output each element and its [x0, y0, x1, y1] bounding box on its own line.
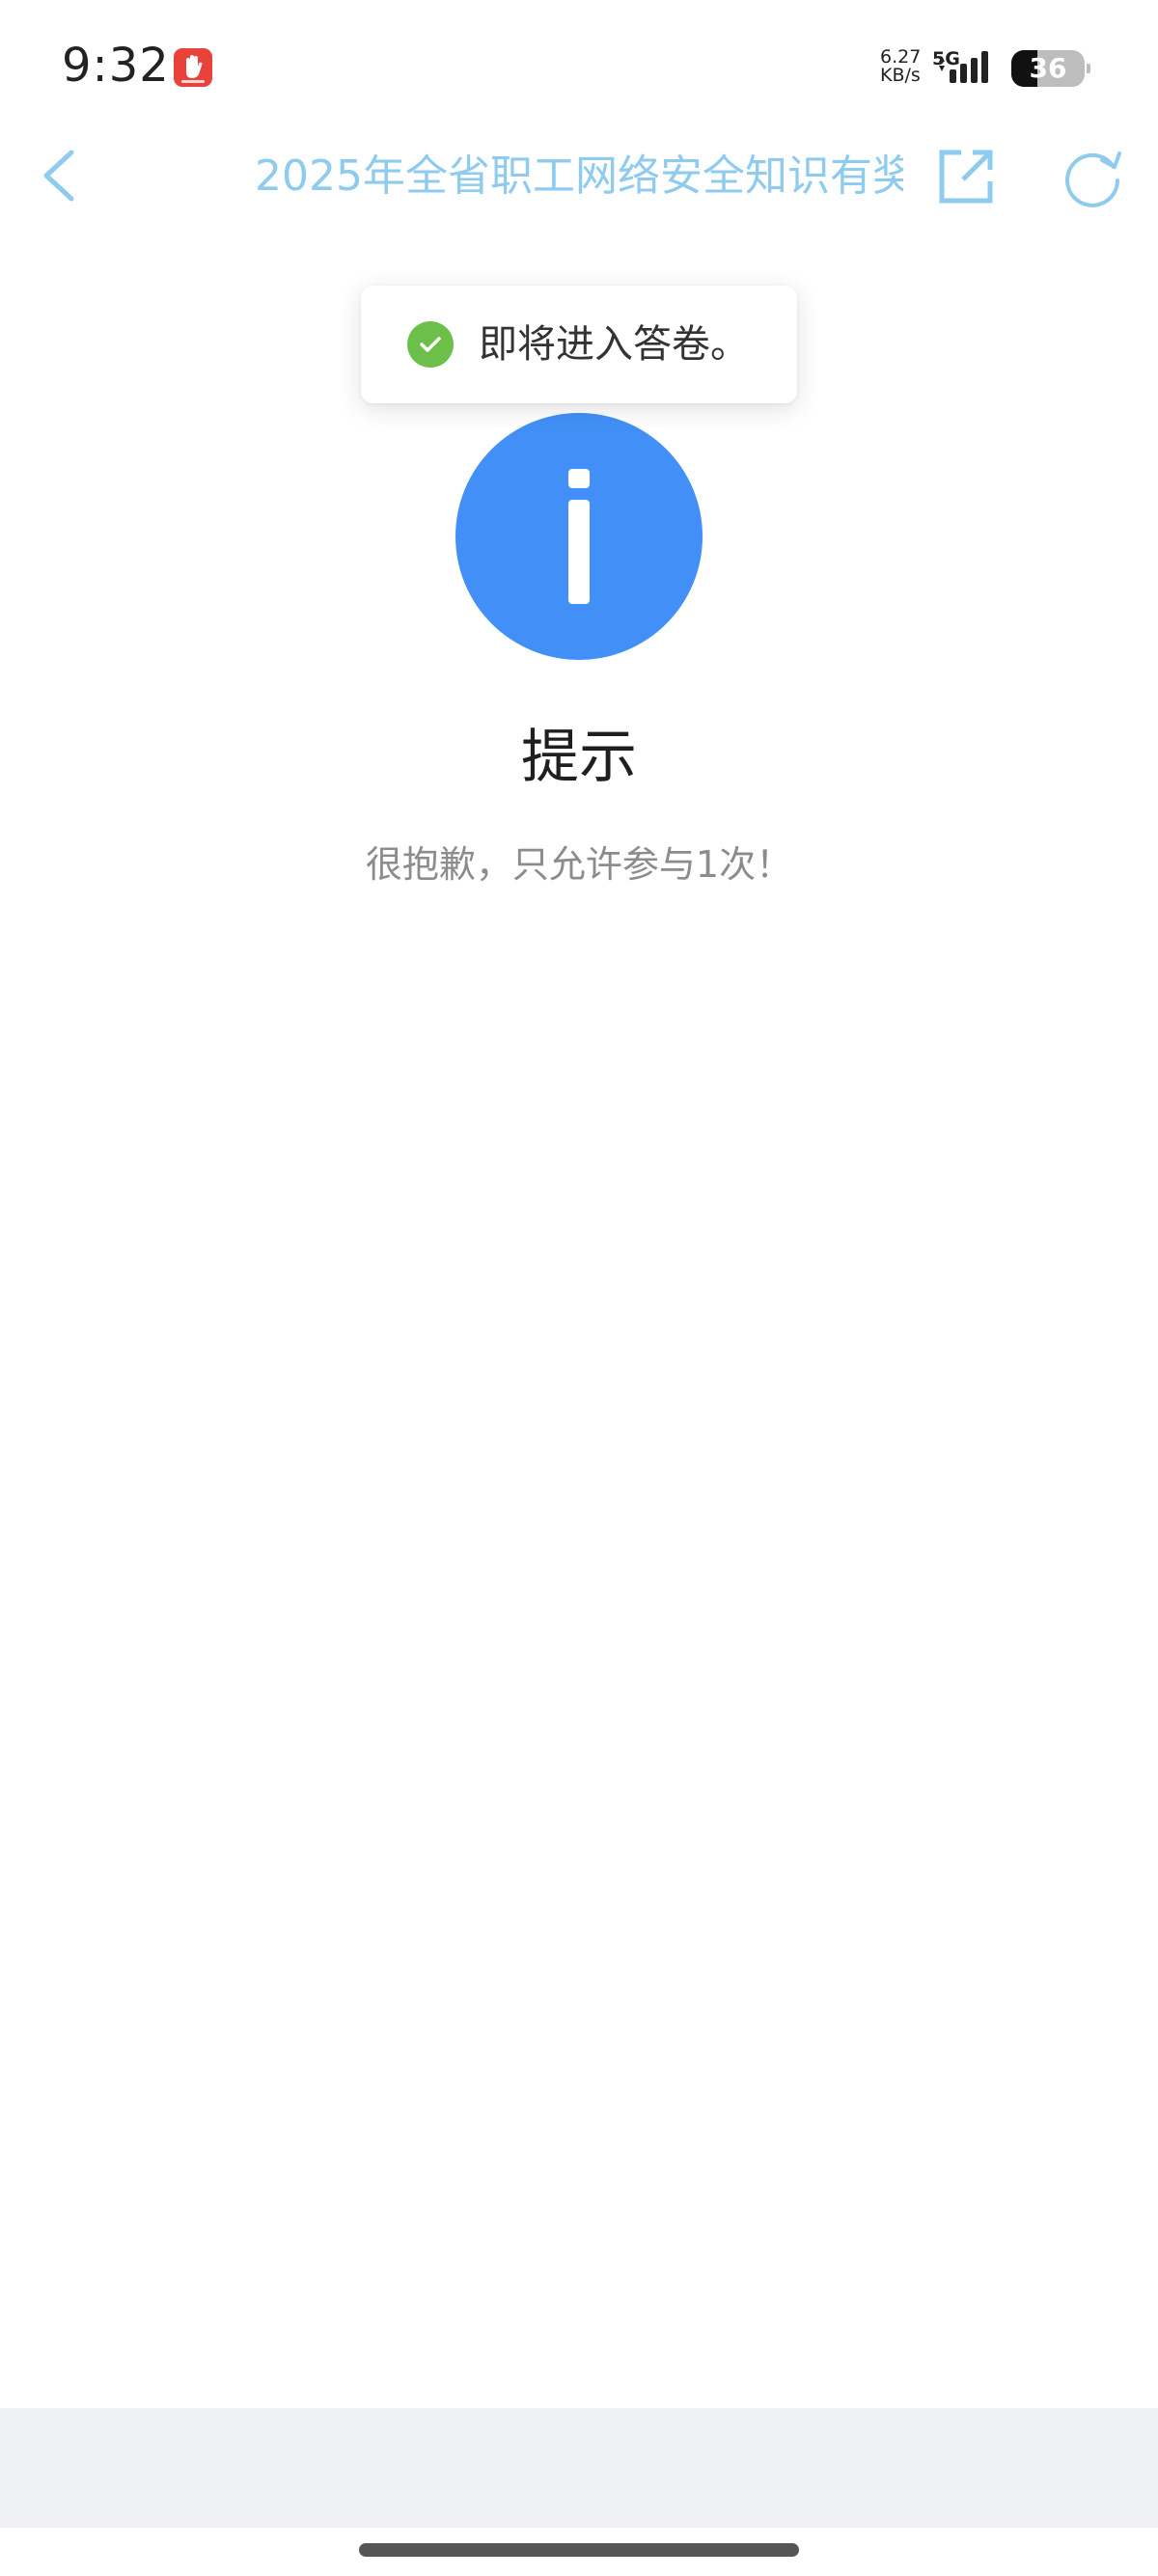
battery-tip — [1087, 64, 1090, 73]
hand-app-icon — [174, 48, 212, 87]
network-speed-unit: KB/s — [880, 65, 921, 86]
chevron-left-icon — [43, 150, 74, 202]
signal-bars-icon — [939, 51, 988, 83]
status-time: 9:32 — [62, 39, 170, 93]
external-link-icon — [939, 150, 993, 204]
refresh-button[interactable] — [1058, 141, 1127, 210]
dialog-title: 提示 — [521, 724, 637, 791]
nav-bar: 2025年全省职工网络安全知识有奖答题活动 — [0, 135, 1158, 251]
screen: 9:32 6.27 KB/s 5G 36 2025年全省职工网络安全知识有奖 即… — [0, 0, 1158, 2576]
info-icon — [455, 413, 703, 660]
network-speed: 6.27 KB/s — [880, 48, 930, 85]
page-title: 2025年全省职工网络安全知识有奖答题活动 — [255, 151, 903, 201]
battery-level: 36 — [1029, 52, 1067, 84]
toast-text: 即将进入答卷。 — [479, 322, 749, 367]
refresh-icon — [1065, 151, 1121, 207]
bottom-bar — [0, 2408, 1158, 2528]
battery-indicator: 36 — [1011, 50, 1085, 87]
share-button[interactable] — [932, 141, 1002, 210]
check-circle-icon — [407, 321, 454, 368]
back-button[interactable] — [29, 135, 91, 216]
dialog-message: 很抱歉，只允许参与1次！ — [365, 843, 793, 886]
home-indicator[interactable] — [359, 2543, 799, 2557]
status-bar: 9:32 6.27 KB/s 5G 36 — [0, 0, 1158, 135]
toast-message: 即将进入答卷。 — [361, 286, 797, 403]
